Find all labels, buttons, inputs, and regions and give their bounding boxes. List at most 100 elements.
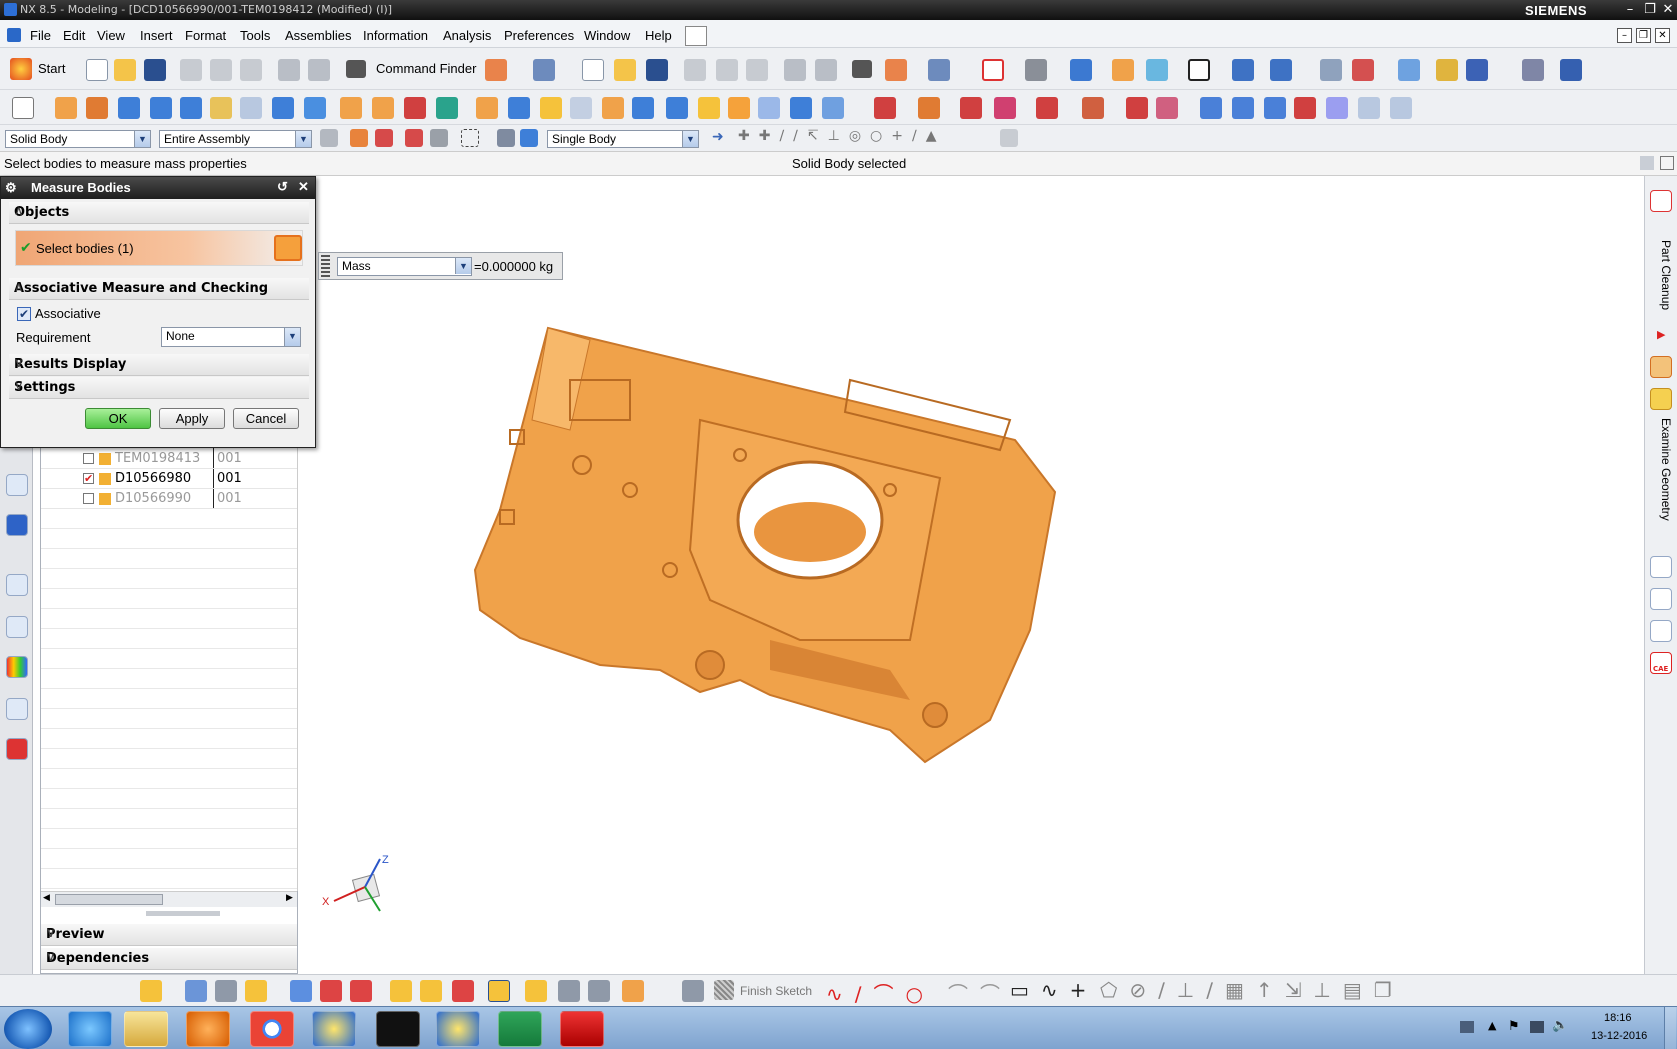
sequence-icon[interactable] — [420, 980, 442, 1002]
new-file-icon[interactable] — [86, 59, 108, 81]
tube-icon[interactable] — [304, 97, 326, 119]
datum-plane-icon[interactable] — [874, 97, 896, 119]
copy-icon-2[interactable] — [716, 59, 738, 81]
through-curves-icon[interactable] — [1232, 97, 1254, 119]
row-checkbox-checked[interactable]: ✔ — [83, 473, 94, 484]
menu-analysis[interactable]: Analysis — [443, 28, 491, 43]
mirror-assembly-icon[interactable] — [320, 980, 342, 1002]
datum-csys-icon[interactable] — [960, 97, 982, 119]
weld-icon[interactable] — [588, 980, 610, 1002]
row-checkbox[interactable] — [83, 493, 94, 504]
panel-splitter[interactable] — [146, 911, 220, 916]
row-checkbox[interactable] — [83, 453, 94, 464]
cut-icon-2[interactable] — [684, 59, 706, 81]
cue-restore-icon[interactable] — [1640, 156, 1654, 170]
palette-icon[interactable] — [6, 656, 28, 678]
mirror-icon[interactable] — [728, 97, 750, 119]
objects-group-header[interactable]: Objects ∧ — [9, 202, 309, 224]
settings-header[interactable]: Settings ∨ — [9, 377, 309, 399]
examine-icon[interactable] — [1650, 388, 1672, 410]
sketch-icon[interactable] — [12, 97, 34, 119]
process-studio-icon[interactable] — [6, 616, 28, 638]
product-outline-icon[interactable] — [488, 980, 510, 1002]
link-icon[interactable] — [525, 980, 547, 1002]
open-folder-icon-2[interactable] — [614, 59, 636, 81]
solid-body-select-icon[interactable] — [274, 235, 302, 261]
menu-tools[interactable]: Tools — [240, 28, 270, 43]
menu-help[interactable]: Help — [645, 28, 672, 43]
paste-icon-2[interactable] — [746, 59, 768, 81]
roles-icon[interactable] — [6, 698, 28, 720]
redo-icon[interactable] — [308, 59, 330, 81]
save-icon[interactable] — [144, 59, 166, 81]
scroll-thumb[interactable] — [55, 894, 163, 905]
arrow-right-icon[interactable]: ➜ — [712, 129, 724, 145]
show-desktop-button[interactable] — [1664, 1007, 1676, 1049]
command-prompt-icon[interactable] — [376, 1011, 420, 1047]
general-filter-icon[interactable] — [320, 129, 338, 147]
sketch-rect-icons[interactable]: ▭∿+ — [1010, 978, 1098, 1002]
binoculars-icon-2[interactable] — [852, 60, 872, 78]
play-icon[interactable] — [1466, 59, 1488, 81]
cut-icon[interactable] — [180, 59, 202, 81]
fit-view-icon[interactable] — [982, 59, 1004, 81]
open-folder-icon[interactable] — [114, 59, 136, 81]
layer-icon[interactable] — [485, 59, 507, 81]
file-explorer-icon[interactable] — [124, 1011, 168, 1047]
move-component-icon[interactable] — [245, 980, 267, 1002]
nav-row[interactable]: TEM0198413 001 — [41, 449, 297, 469]
pocket-icon[interactable] — [272, 97, 294, 119]
system-materials-icon[interactable] — [6, 738, 28, 760]
nav-row[interactable]: D10566990 001 — [41, 489, 297, 509]
cleanup-icon[interactable] — [1650, 356, 1672, 378]
menu-blank-box[interactable] — [685, 26, 707, 46]
drag-handle-icon[interactable] — [321, 255, 330, 277]
dimension-icon[interactable] — [1560, 59, 1582, 81]
bounded-plane-icon[interactable] — [1358, 97, 1380, 119]
ruled-icon[interactable] — [1390, 97, 1412, 119]
doc-close-icon[interactable]: ✕ — [1655, 28, 1670, 43]
nav-row[interactable]: ✔ D10566980 001 — [41, 469, 297, 489]
measure-readout[interactable]: Mass ▼ =0.000000 kg — [318, 252, 563, 280]
split-body-icon[interactable] — [508, 97, 530, 119]
undo-icon[interactable] — [278, 59, 300, 81]
select-bodies-row[interactable]: ✔ Select bodies (1) — [15, 230, 303, 266]
examine-geometry-tab[interactable]: Examine Geometry — [1659, 418, 1673, 521]
start-icon[interactable] — [10, 58, 32, 80]
sketch-fillet-icons[interactable]: ⌒⌒ — [948, 978, 1012, 1007]
exit-icon[interactable] — [1650, 190, 1672, 212]
cylinder-icon[interactable] — [150, 97, 172, 119]
scale-icon[interactable] — [758, 97, 780, 119]
snap-point-icon[interactable] — [405, 129, 423, 147]
acrobat-icon[interactable] — [560, 1011, 604, 1047]
n-sided-icon[interactable] — [1294, 97, 1316, 119]
hand-icon[interactable] — [140, 980, 162, 1002]
patch-icon[interactable] — [822, 97, 844, 119]
layer-icon-2[interactable] — [885, 59, 907, 81]
draft-icon[interactable] — [632, 97, 654, 119]
rectangle-select-icon[interactable] — [461, 129, 479, 147]
minimize-icon[interactable]: – — [1620, 1, 1640, 18]
body-rule-select[interactable]: Single Body ▼ — [547, 130, 699, 148]
undo-icon-2[interactable] — [784, 59, 806, 81]
unite-icon[interactable] — [372, 97, 394, 119]
hole-icon[interactable] — [210, 97, 232, 119]
assoc-group-header[interactable]: Associative Measure and Checking ∧ — [9, 278, 309, 300]
cancel-button[interactable]: Cancel — [233, 408, 299, 429]
trim-body-icon[interactable] — [476, 97, 498, 119]
preview-group[interactable]: Preview ∨ — [41, 924, 297, 946]
menu-window[interactable]: Window — [584, 28, 630, 43]
nx-taskbar-icon-2[interactable] — [436, 1011, 480, 1047]
pattern-icon[interactable] — [340, 97, 362, 119]
excel-icon[interactable] — [498, 1011, 542, 1047]
grid-icon[interactable] — [1522, 59, 1544, 81]
menu-preferences[interactable]: Preferences — [504, 28, 574, 43]
menu-assemblies[interactable]: Assemblies — [285, 28, 351, 43]
doc-restore-icon[interactable]: ❐ — [1636, 28, 1651, 43]
delete-face-icon[interactable] — [1126, 97, 1148, 119]
part-nav-icon[interactable] — [533, 59, 555, 81]
results-display-header[interactable]: Results Display ∨ — [9, 354, 309, 376]
cam-icon[interactable] — [622, 980, 644, 1002]
doc-minimize-icon[interactable]: – — [1617, 28, 1632, 43]
collapse-arrow-icon[interactable]: ▶ — [1657, 328, 1665, 341]
